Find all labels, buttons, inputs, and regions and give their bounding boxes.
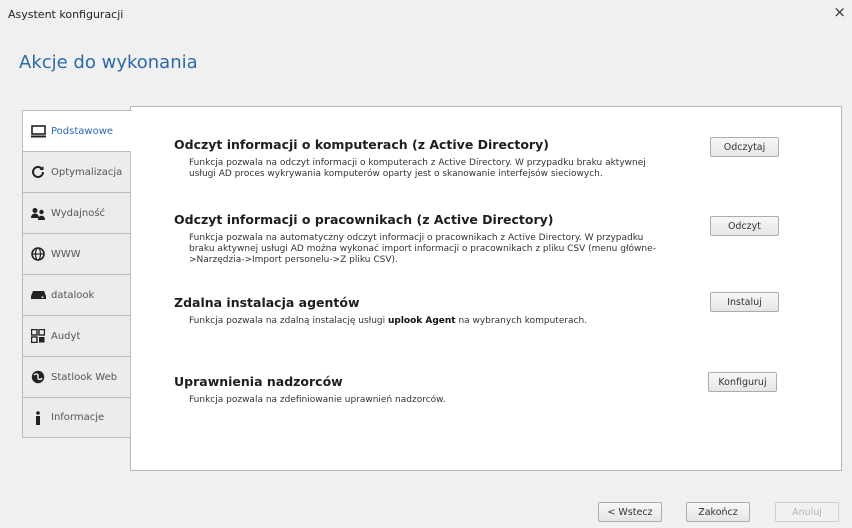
tab-label: WWW: [51, 248, 81, 260]
section-description: Funkcja pozwala na zdefiniowanie uprawni…: [189, 395, 446, 405]
tab-label: Audyt: [51, 330, 81, 342]
finish-button[interactable]: Zakończ: [686, 502, 750, 522]
refresh-icon: [30, 165, 46, 179]
header: Akcje do wykonania: [0, 26, 852, 86]
section-agents: Zdalna instalacja agentów Funkcja pozwal…: [174, 295, 694, 327]
globe-icon: [30, 247, 46, 261]
cancel-button[interactable]: Anuluj: [775, 502, 839, 522]
section-title: Zdalna instalacja agentów: [174, 295, 360, 310]
people-icon: [30, 206, 46, 220]
tab-label: Podstawowe: [51, 125, 114, 137]
tab-label: Informacje: [51, 412, 105, 423]
read-employees-button[interactable]: Odczyt: [710, 216, 779, 236]
side-tabs: Podstawowe Optymalizacja Wydajność WWW d…: [22, 110, 132, 438]
page-title: Akcje do wykonania: [19, 52, 198, 73]
web-icon: [30, 370, 46, 384]
section-computers: Odczyt informacji o komputerach (z Activ…: [174, 137, 694, 180]
tab-label: Statlook Web: [51, 371, 118, 383]
info-icon: [30, 410, 46, 425]
section-title: Odczyt informacji o komputerach (z Activ…: [174, 137, 549, 152]
tab-statlook-web[interactable]: Statlook Web: [22, 356, 131, 397]
description-text: Funkcja pozwala na zdalną instalację usł…: [189, 316, 388, 326]
tab-label: Wydajność: [51, 207, 106, 219]
tab-podstawowe[interactable]: Podstawowe: [22, 110, 132, 151]
tab-optymalizacja[interactable]: Optymalizacja: [22, 151, 131, 192]
tab-audyt[interactable]: Audyt: [22, 315, 131, 356]
read-computers-button[interactable]: Odczytaj: [710, 137, 779, 157]
configure-button[interactable]: Konfiguruj: [708, 372, 777, 392]
section-title: Uprawnienia nadzorców: [174, 374, 343, 389]
tab-www[interactable]: WWW: [22, 233, 131, 274]
grid-icon: [30, 329, 46, 343]
tab-label: datalook: [51, 289, 95, 301]
tab-informacje[interactable]: Informacje: [22, 397, 131, 438]
window-title: Asystent konfiguracji: [8, 8, 124, 21]
monitor-icon: [30, 124, 46, 138]
section-title: Odczyt informacji o pracownikach (z Acti…: [174, 212, 554, 227]
product-name: uplook Agent: [387, 316, 456, 326]
tab-wydajnosc[interactable]: Wydajność: [22, 192, 131, 233]
section-employees: Odczyt informacji o pracownikach (z Acti…: [174, 212, 694, 266]
section-description: Funkcja pozwala na zdalną instalację usł…: [189, 316, 669, 327]
section-description: Funkcja pozwala na automatyczny odczyt i…: [189, 233, 656, 265]
close-icon[interactable]: ×: [833, 4, 846, 20]
install-button[interactable]: Instaluj: [710, 292, 779, 312]
drive-icon: [30, 288, 46, 302]
title-bar: Asystent konfiguracji ×: [0, 0, 852, 26]
section-supervisors: Uprawnienia nadzorców Funkcja pozwala na…: [174, 374, 694, 406]
section-description: Funkcja pozwala na odczyt informacji o k…: [189, 158, 646, 179]
tab-datalook[interactable]: datalook: [22, 274, 131, 315]
description-text: na wybranych komputerach.: [455, 316, 588, 326]
tab-label: Optymalizacja: [51, 166, 123, 178]
back-button[interactable]: < Wstecz: [598, 502, 662, 522]
